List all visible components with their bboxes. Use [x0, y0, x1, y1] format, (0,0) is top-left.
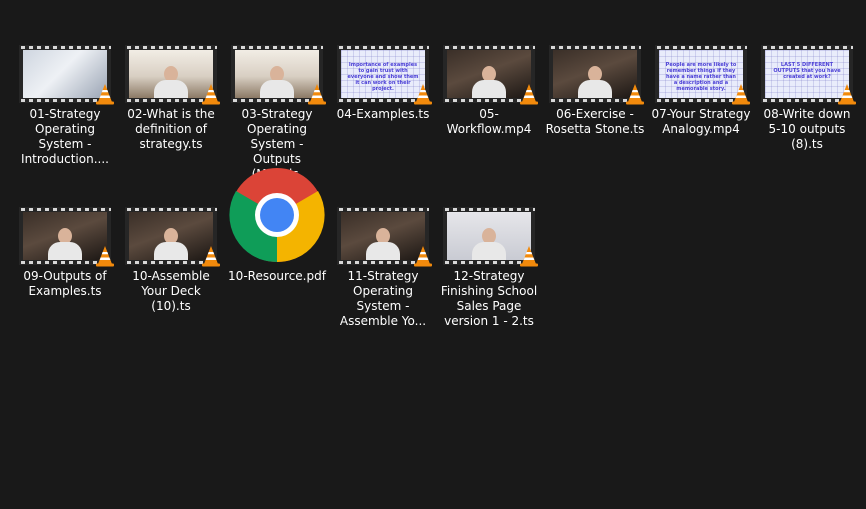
file-item[interactable]: 11-Strategy Operating System - Assemble … — [330, 207, 436, 329]
video-thumbnail: Importance of examples to gain trust wit… — [337, 45, 432, 105]
person-figure — [154, 66, 188, 98]
vlc-cone-icon — [95, 83, 115, 105]
video-thumbnail — [125, 207, 220, 267]
video-thumbnail — [19, 45, 114, 105]
person-body — [48, 242, 82, 260]
file-item[interactable]: 01-Strategy Operating System - Introduct… — [12, 45, 118, 167]
file-item[interactable]: LAST 5 DIFFERENT OUTPUTS that you have c… — [754, 45, 860, 152]
vlc-cone-icon — [837, 83, 857, 105]
file-name-label: 01-Strategy Operating System - Introduct… — [21, 107, 109, 166]
file-name-label: 10-Assemble Your Deck (10).ts — [132, 269, 210, 313]
person-figure — [154, 228, 188, 260]
file-item[interactable]: 10-Resource.pdf — [224, 167, 330, 284]
vlc-cone-icon — [413, 83, 433, 105]
video-thumbnail — [125, 45, 220, 105]
video-thumbnail — [549, 45, 644, 105]
video-thumbnail — [231, 45, 326, 105]
video-thumbnail: LAST 5 DIFFERENT OUTPUTS that you have c… — [761, 45, 856, 105]
file-item[interactable]: 06-Exercise - Rosetta Stone.ts — [542, 45, 648, 137]
video-thumbnail — [443, 45, 538, 105]
vlc-cone-icon — [731, 83, 751, 105]
person-body — [472, 242, 506, 260]
file-item[interactable]: 02-What is the definition of strategy.ts — [118, 45, 224, 152]
file-item[interactable]: 09-Outputs of Examples.ts — [12, 207, 118, 299]
file-name-label: 12-Strategy Finishing School Sales Page … — [440, 269, 538, 328]
person-body — [154, 242, 188, 260]
person-figure — [472, 228, 506, 260]
person-body — [472, 80, 506, 98]
vlc-cone-icon — [519, 83, 539, 105]
slide-text: Importance of examples to gain trust wit… — [347, 62, 419, 92]
slide-text: LAST 5 DIFFERENT OUTPUTS that you have c… — [773, 62, 841, 80]
file-name-label: 11-Strategy Operating System - Assemble … — [339, 269, 427, 328]
video-thumbnail — [337, 207, 432, 267]
vlc-cone-icon — [95, 245, 115, 267]
file-item[interactable]: Importance of examples to gain trust wit… — [330, 45, 436, 122]
vlc-cone-icon — [201, 245, 221, 267]
person-figure — [366, 228, 400, 260]
file-item[interactable]: 10-Assemble Your Deck (10).ts — [118, 207, 224, 314]
file-name-label: 02-What is the definition of strategy.ts — [127, 107, 215, 151]
file-name-label: 06-Exercise - Rosetta Stone.ts — [545, 107, 645, 136]
video-thumbnail — [443, 207, 538, 267]
file-name-label: 04-Examples.ts — [336, 107, 430, 121]
person-figure — [260, 66, 294, 98]
file-item[interactable]: 12-Strategy Finishing School Sales Page … — [436, 207, 542, 329]
person-body — [260, 80, 294, 98]
person-figure — [48, 228, 82, 260]
vlc-cone-icon — [413, 245, 433, 267]
video-thumbnail: People are more likely to remember thing… — [655, 45, 750, 105]
vlc-cone-icon — [625, 83, 645, 105]
file-name-label: 09-Outputs of Examples.ts — [23, 269, 107, 298]
slide-text: People are more likely to remember thing… — [665, 62, 737, 92]
person-figure — [472, 66, 506, 98]
file-name-label: 08-Write down 5-10 outputs (8).ts — [763, 107, 851, 151]
file-name-label: 10-Resource.pdf — [228, 269, 326, 283]
vlc-cone-icon — [519, 245, 539, 267]
person-figure — [578, 66, 612, 98]
person-body — [154, 80, 188, 98]
file-name-label: 07-Your Strategy Analogy.mp4 — [651, 107, 751, 136]
chrome-icon — [229, 167, 325, 263]
vlc-cone-icon — [201, 83, 221, 105]
person-body — [366, 242, 400, 260]
file-item[interactable]: People are more likely to remember thing… — [648, 45, 754, 137]
file-item[interactable]: 05-Workflow.mp4 — [436, 45, 542, 137]
vlc-cone-icon — [307, 83, 327, 105]
person-body — [578, 80, 612, 98]
video-thumbnail — [19, 207, 114, 267]
file-name-label: 05-Workflow.mp4 — [446, 107, 532, 136]
